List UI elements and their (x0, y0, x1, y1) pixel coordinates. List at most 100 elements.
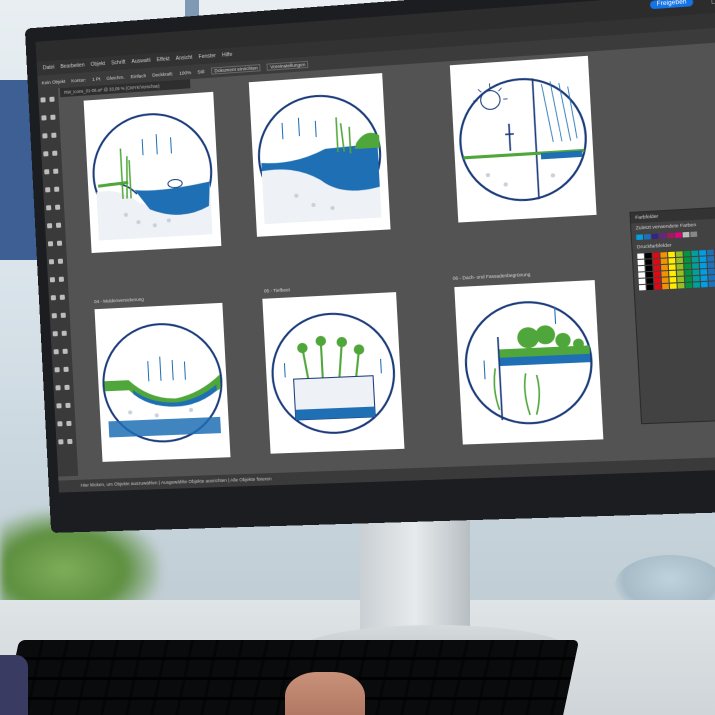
menu-item-file[interactable]: Datei (43, 65, 55, 72)
swatch[interactable] (707, 256, 714, 262)
tool-button[interactable] (54, 187, 59, 192)
tool-button[interactable] (45, 187, 50, 192)
swatch[interactable] (668, 258, 675, 264)
tool-button[interactable] (57, 241, 62, 246)
swatch[interactable] (654, 271, 661, 277)
swatch[interactable] (692, 257, 699, 263)
tool-button[interactable] (63, 367, 68, 372)
tool-button[interactable] (64, 385, 69, 390)
tool-button[interactable] (54, 349, 59, 354)
stroke-profile[interactable]: Gleichm. (106, 74, 125, 80)
swatch[interactable] (669, 264, 676, 270)
tool-button[interactable] (49, 97, 54, 102)
swatch[interactable] (668, 252, 675, 258)
swatch[interactable] (685, 270, 692, 276)
share-button[interactable]: Freigeben (650, 0, 694, 9)
tool-button[interactable] (55, 385, 60, 390)
menu-item-type[interactable]: Schrift (111, 59, 126, 66)
swatch[interactable] (659, 233, 666, 239)
swatch[interactable] (662, 277, 669, 283)
artboard-03[interactable] (450, 56, 597, 223)
swatch[interactable] (661, 258, 668, 264)
swatch[interactable] (669, 271, 676, 277)
tool-button[interactable] (52, 313, 57, 318)
swatch[interactable] (653, 265, 660, 271)
swatch[interactable] (645, 259, 652, 265)
swatch[interactable] (645, 253, 652, 259)
swatch[interactable] (660, 252, 667, 258)
tool-button[interactable] (53, 331, 58, 336)
swatch[interactable] (644, 234, 651, 240)
swatch[interactable] (699, 256, 706, 262)
tool-button[interactable] (49, 259, 54, 264)
swatch[interactable] (709, 281, 715, 287)
menu-item-object[interactable]: Objekt (91, 61, 106, 68)
swatch[interactable] (654, 284, 661, 290)
artboard-04[interactable] (95, 303, 231, 462)
tool-button[interactable] (51, 133, 56, 138)
swatch[interactable] (661, 265, 668, 271)
swatch[interactable] (638, 272, 645, 278)
swatch[interactable] (654, 278, 661, 284)
tool-button[interactable] (58, 439, 63, 444)
swatch[interactable] (700, 263, 707, 269)
swatch[interactable] (667, 233, 674, 239)
swatch[interactable] (708, 262, 715, 268)
tool-button[interactable] (48, 241, 53, 246)
swatch[interactable] (684, 251, 691, 257)
swatch[interactable] (676, 258, 683, 264)
document-setup-button[interactable]: Dokument einrichten (211, 64, 261, 75)
tool-button[interactable] (50, 277, 55, 282)
tool-button[interactable] (58, 259, 63, 264)
tool-button[interactable] (44, 169, 49, 174)
swatch[interactable] (677, 270, 684, 276)
tool-button[interactable] (65, 403, 70, 408)
tool-button[interactable] (52, 151, 57, 156)
swatch[interactable] (636, 234, 643, 240)
swatch[interactable] (678, 283, 685, 289)
swatch[interactable] (708, 269, 715, 275)
swatch[interactable] (639, 285, 646, 291)
swatch[interactable] (684, 257, 691, 263)
menu-item-select[interactable]: Auswahl (131, 58, 150, 65)
tool-button[interactable] (56, 403, 61, 408)
swatch[interactable] (701, 275, 708, 281)
tool-button[interactable] (57, 421, 62, 426)
stroke-weight[interactable]: 1 Pt (92, 76, 100, 82)
menu-item-help[interactable]: Hilfe (222, 52, 233, 59)
swatch[interactable] (662, 284, 669, 290)
swatch[interactable] (691, 250, 698, 256)
menu-item-edit[interactable]: Bearbeiten (60, 62, 84, 70)
tool-button[interactable] (61, 313, 66, 318)
brush-select[interactable]: Einfach (130, 73, 146, 79)
swatch[interactable] (637, 253, 644, 259)
swatch[interactable] (675, 232, 682, 238)
menu-item-effect[interactable]: Effekt (157, 56, 170, 63)
help-bell-icons[interactable]: ☐ ♪ ☰ (711, 0, 715, 6)
preferences-button[interactable]: Voreinstellungen (267, 60, 309, 70)
swatch[interactable] (646, 266, 653, 272)
swatch[interactable] (693, 276, 700, 282)
swatch[interactable] (685, 276, 692, 282)
swatch[interactable] (638, 260, 645, 266)
swatch[interactable] (647, 284, 654, 290)
tool-button[interactable] (47, 223, 52, 228)
swatch[interactable] (653, 259, 660, 265)
swatch[interactable] (638, 266, 645, 272)
tool-button[interactable] (40, 97, 45, 102)
swatch[interactable] (708, 275, 715, 281)
artboard-01[interactable] (84, 92, 222, 253)
swatch[interactable] (639, 279, 646, 285)
swatch[interactable] (661, 271, 668, 277)
artboard-06[interactable] (454, 280, 603, 445)
swatch[interactable] (677, 277, 684, 283)
swatch[interactable] (669, 277, 676, 283)
swatch[interactable] (652, 234, 659, 240)
swatch[interactable] (699, 250, 706, 256)
swatch[interactable] (684, 264, 691, 270)
menu-item-window[interactable]: Fenster (198, 53, 216, 60)
swatch[interactable] (693, 282, 700, 288)
swatch[interactable] (683, 232, 690, 238)
tool-button[interactable] (54, 367, 59, 372)
tool-button[interactable] (53, 169, 58, 174)
